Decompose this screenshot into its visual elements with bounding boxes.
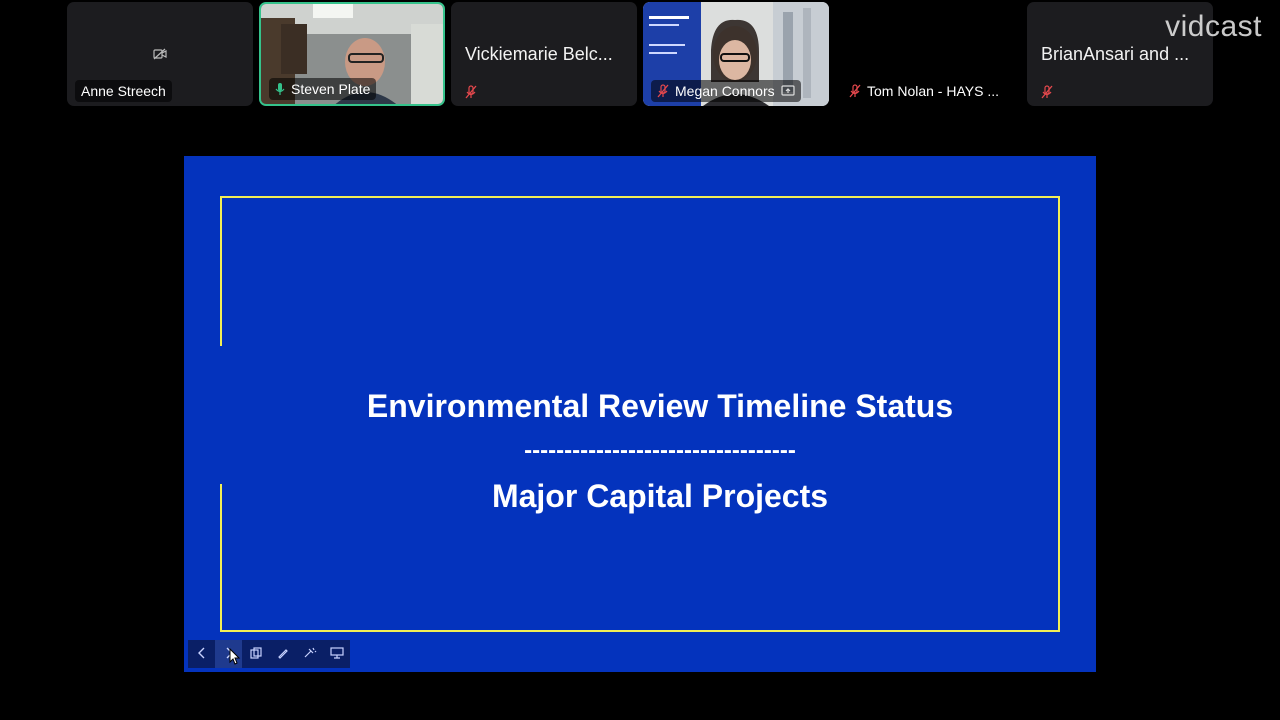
participant-tile-anne-streech[interactable]: Anne Streech: [67, 2, 253, 106]
participant-tile-tom-nolan[interactable]: Tom Nolan - HAYS ...: [835, 2, 1021, 106]
microphone-muted-icon: [849, 84, 861, 98]
microphone-muted-icon: [465, 85, 477, 99]
screen-share-icon: [781, 85, 795, 97]
slide-title: Environmental Review Timeline Status: [366, 388, 954, 424]
microphone-muted-icon: [1041, 85, 1053, 99]
participant-label: Anne Streech: [75, 80, 172, 102]
participant-name: Tom Nolan - HAYS ...: [867, 83, 1000, 99]
slide-toolbar: [188, 640, 350, 668]
participant-name: Steven Plate: [291, 81, 371, 97]
monitor-icon: [329, 646, 344, 662]
participant-tile-steven-plate[interactable]: Steven Plate: [259, 2, 445, 106]
slide-frame: Environmental Review Timeline Status ---…: [219, 196, 1060, 632]
pen-icon: [277, 646, 289, 662]
participant-label: Megan Connors: [651, 80, 801, 102]
laser-icon: [303, 646, 317, 662]
slide-text-block: Environmental Review Timeline Status ---…: [222, 384, 1098, 518]
copy-icon: [249, 646, 262, 662]
participant-tile-vickiemarie[interactable]: Vickiemarie Belc...: [451, 2, 637, 106]
participant-name: Megan Connors: [675, 83, 775, 99]
participant-display-name: Vickiemarie Belc...: [465, 44, 613, 64]
mouse-cursor-icon: [229, 647, 241, 671]
participant-name: Anne Streech: [81, 83, 166, 99]
previous-slide-button[interactable]: [188, 640, 215, 668]
participant-tile-megan-connors[interactable]: Megan Connors: [643, 2, 829, 106]
participant-label: [1035, 82, 1059, 102]
participant-label: Tom Nolan - HAYS ...: [843, 80, 1005, 102]
shared-slide: Environmental Review Timeline Status ---…: [184, 156, 1096, 672]
chevron-left-icon: [197, 646, 207, 662]
participant-label: [459, 82, 483, 102]
camera-off-icon: [153, 48, 167, 60]
slide-overview-button[interactable]: [242, 640, 269, 668]
annotate-button[interactable]: [269, 640, 296, 668]
vidcast-watermark: vidcast: [1165, 10, 1262, 43]
presenter-view-button[interactable]: [323, 640, 350, 668]
participant-label: Steven Plate: [269, 78, 377, 100]
microphone-muted-icon: [657, 84, 669, 98]
microphone-active-icon: [275, 82, 285, 96]
slide-divider: ----------------------------------: [524, 437, 796, 464]
laser-pointer-button[interactable]: [296, 640, 323, 668]
slide-subtitle: Major Capital Projects: [491, 478, 829, 514]
participant-display-name: BrianAnsari and ...: [1041, 44, 1190, 64]
